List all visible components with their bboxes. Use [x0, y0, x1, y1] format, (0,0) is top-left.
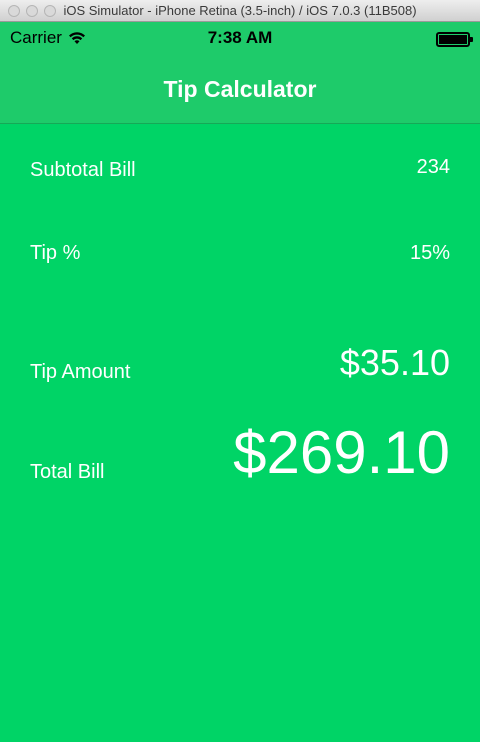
- tip-percent-label: Tip %: [30, 242, 81, 264]
- tip-calculator-form: Subtotal Bill 234 Tip % 15% Tip Amount $…: [0, 125, 480, 742]
- total-bill-value: $269.10: [233, 419, 450, 486]
- status-bar: Carrier 7:38 AM: [0, 22, 480, 56]
- nav-title: Tip Calculator: [163, 76, 317, 102]
- total-bill-label: Total Bill: [30, 461, 105, 483]
- subtotal-label: Subtotal Bill: [30, 159, 136, 181]
- tip-amount-value: $35.10: [339, 342, 450, 383]
- simulator-window-titlebar: iOS Simulator - iPhone Retina (3.5-inch)…: [0, 0, 480, 22]
- tip-percent-input[interactable]: 15%: [410, 242, 450, 265]
- navigation-bar: Tip Calculator: [0, 56, 480, 124]
- battery-icon: [436, 32, 473, 47]
- status-time: 7:38 AM: [207, 28, 273, 47]
- tip-amount-label: Tip Amount: [30, 361, 131, 383]
- subtotal-input[interactable]: 234: [417, 156, 450, 179]
- window-title: iOS Simulator - iPhone Retina (3.5-inch)…: [63, 3, 417, 18]
